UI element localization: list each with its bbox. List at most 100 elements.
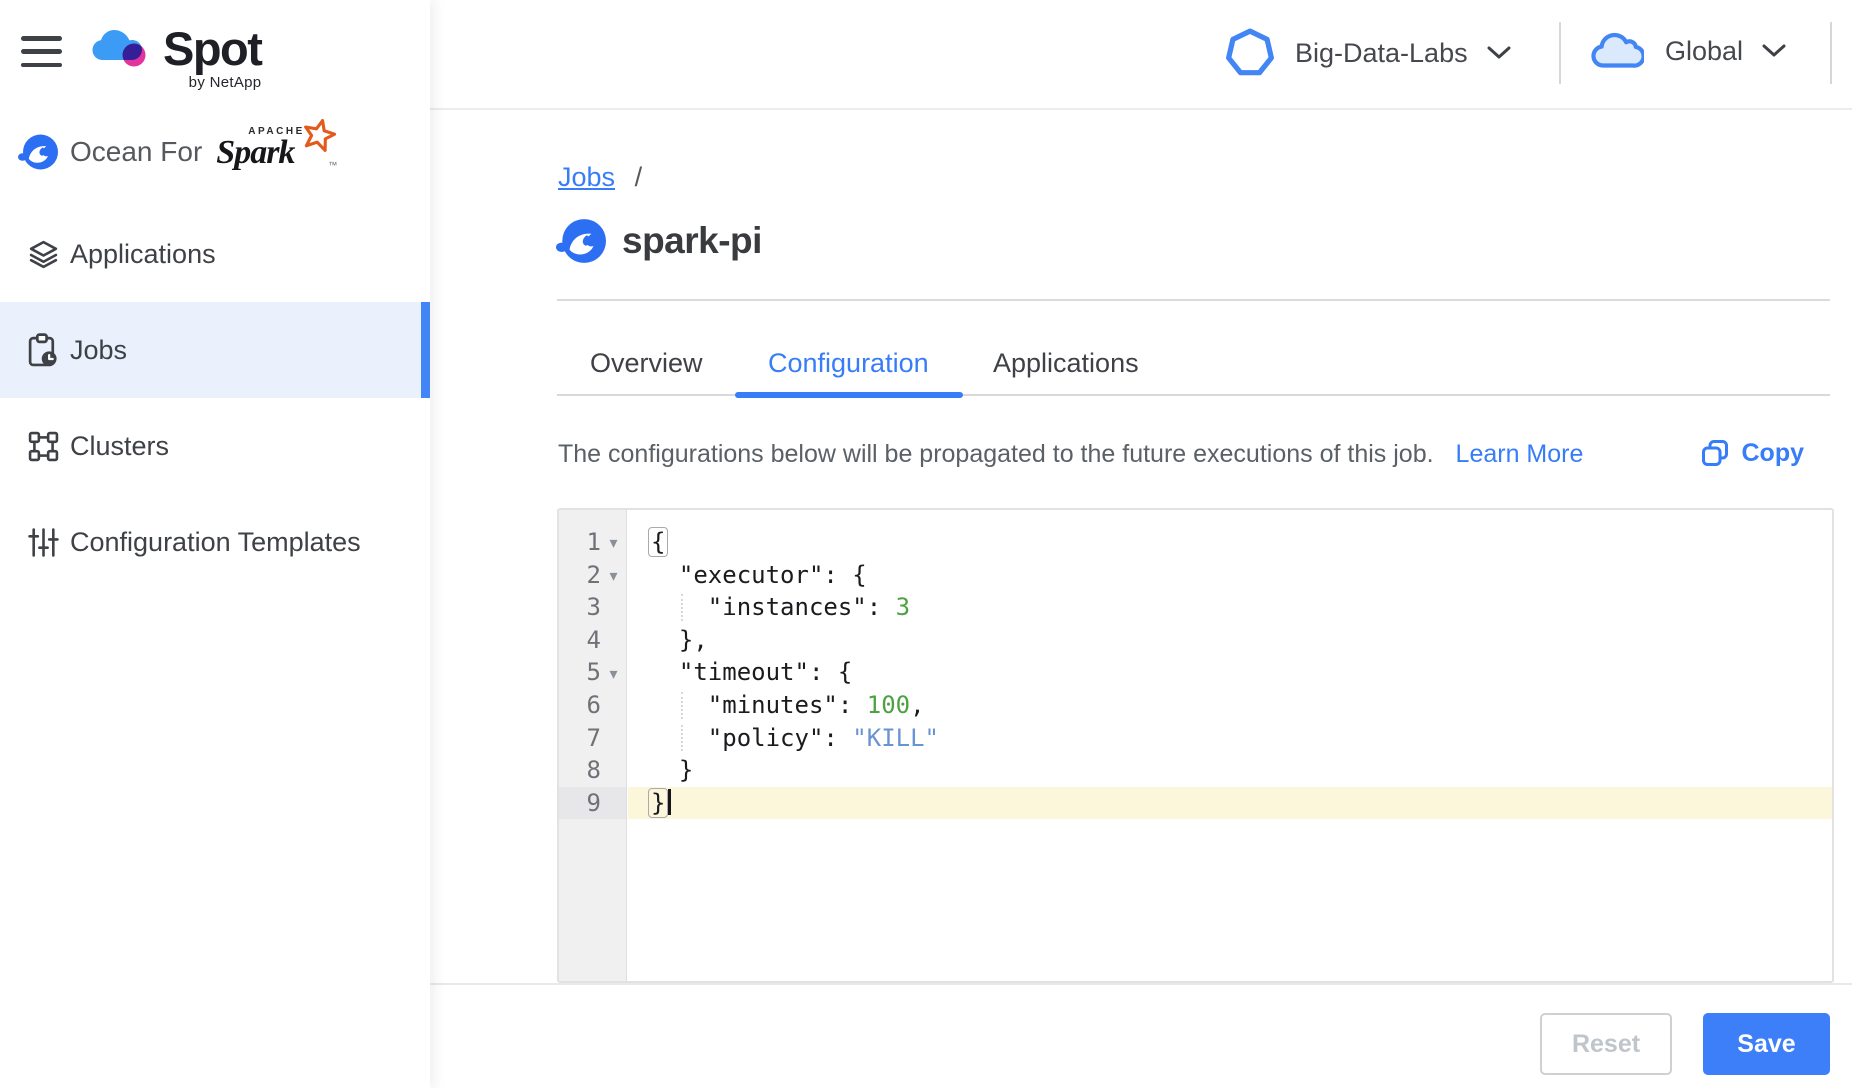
main-content: Jobs / spark-pi Overview Configuration A… [430, 110, 1852, 983]
hamburger-menu-button[interactable] [21, 36, 62, 67]
sidebar-item-configuration-templates[interactable]: Configuration Templates [0, 494, 430, 590]
header-divider [1830, 22, 1832, 84]
code-line: }, [628, 624, 1832, 657]
trademark-symbol: ™ [328, 160, 337, 170]
code-line: { [628, 526, 1832, 559]
fold-toggle-icon[interactable]: ▾ [601, 662, 626, 684]
spot-logo[interactable]: Spot by NetApp [90, 24, 261, 91]
spark-wordmark: Spark [216, 134, 294, 172]
gutter-cell: 7 [559, 722, 626, 755]
gutter-cell: 8 [559, 754, 626, 787]
header-divider [1559, 22, 1561, 84]
spark-job-wave-icon [556, 216, 606, 266]
code-line: "policy": "KILL" [628, 722, 1832, 755]
code-area[interactable]: { "executor": { "instances": 3 }, "timeo… [628, 510, 1832, 981]
sidebar-item-clusters[interactable]: Clusters [0, 398, 430, 494]
clipboard-clock-icon [25, 333, 61, 368]
copy-icon [1700, 438, 1730, 468]
gutter-cell: 3 [559, 591, 626, 624]
ocean-wave-icon [18, 132, 58, 172]
sidebar-item-label: Clusters [70, 431, 169, 462]
hamburger-bar [21, 49, 62, 54]
tab-configuration[interactable]: Configuration [768, 348, 929, 379]
save-button[interactable]: Save [1703, 1013, 1830, 1075]
heptagon-icon [1225, 28, 1275, 78]
fold-spacer [601, 769, 626, 771]
grid-nodes-icon [25, 431, 61, 462]
gutter-cell: 2▾ [559, 559, 626, 592]
fold-spacer [601, 639, 626, 641]
text-cursor [668, 789, 671, 815]
chevron-down-icon [1487, 46, 1511, 60]
code-line: "instances": 3 [628, 591, 1832, 624]
title-divider [557, 299, 1830, 301]
region-name: Global [1665, 36, 1743, 67]
layers-icon [25, 239, 61, 270]
sidebar: Spot by NetApp Ocean For APACHE Spark ™ [0, 0, 430, 1088]
copy-label: Copy [1742, 439, 1805, 468]
gutter-cell: 6 [559, 689, 626, 722]
sliders-icon [25, 527, 61, 558]
line-number: 8 [559, 754, 601, 787]
line-number: 7 [559, 722, 601, 755]
tab-applications[interactable]: Applications [993, 348, 1139, 379]
code-line: } [628, 787, 1832, 820]
fold-spacer [601, 737, 626, 739]
code-line: "minutes": 100, [628, 689, 1832, 722]
hamburger-bar [21, 36, 62, 41]
spot-logo-name: Spot [163, 24, 261, 74]
tab-overview[interactable]: Overview [590, 348, 703, 379]
line-number: 6 [559, 689, 601, 722]
action-footer: Reset Save [430, 983, 1852, 1088]
code-line: "timeout": { [628, 656, 1832, 689]
configuration-description-row: The configurations below will be propaga… [558, 440, 1830, 476]
sidebar-item-label: Configuration Templates [70, 527, 361, 558]
line-number: 2 [559, 559, 601, 592]
spark-star-icon [302, 118, 336, 152]
apache-spark-logo: APACHE Spark ™ [216, 126, 346, 178]
cloud-icon [1590, 28, 1644, 74]
gutter-cell: 1▾ [559, 526, 626, 559]
sidebar-item-jobs[interactable]: Jobs [0, 302, 430, 398]
gutter-cell: 4 [559, 624, 626, 657]
sidebar-item-label: Jobs [70, 335, 127, 366]
line-number: 4 [559, 624, 601, 657]
code-line: "executor": { [628, 559, 1832, 592]
product-prefix: Ocean For [70, 136, 202, 168]
gutter-cell: 5▾ [559, 656, 626, 689]
region-selector[interactable]: Global [1590, 28, 1786, 74]
line-number: 1 [559, 526, 601, 559]
spot-logo-byline: by NetApp [189, 74, 262, 91]
sidebar-item-label: Applications [70, 239, 216, 270]
breadcrumb-jobs-link[interactable]: Jobs [558, 162, 615, 192]
ocean-for-spark-app: Spot by NetApp Ocean For APACHE Spark ™ [0, 0, 1852, 1088]
org-name: Big-Data-Labs [1295, 38, 1468, 69]
configuration-description: The configurations below will be propaga… [558, 440, 1434, 468]
fold-toggle-icon[interactable]: ▾ [601, 564, 626, 586]
breadcrumb: Jobs / [558, 162, 642, 193]
page-title-row: spark-pi [556, 216, 762, 266]
sidebar-item-applications[interactable]: Applications [0, 206, 430, 302]
json-code-editor[interactable]: 1▾2▾345▾6789 { "executor": { "instances"… [557, 508, 1834, 983]
top-header: Big-Data-Labs Global [430, 0, 1852, 110]
line-number: 5 [559, 656, 601, 689]
spot-cloud-icon [90, 24, 154, 74]
fold-spacer [601, 802, 626, 804]
page-title: spark-pi [622, 220, 762, 262]
breadcrumb-separator: / [635, 162, 643, 192]
copy-button[interactable]: Copy [1688, 438, 1805, 468]
org-selector[interactable]: Big-Data-Labs [1225, 28, 1511, 78]
line-number: 9 [559, 787, 601, 820]
ocean-for-spark-product-title: Ocean For APACHE Spark ™ [18, 126, 346, 178]
fold-toggle-icon[interactable]: ▾ [601, 531, 626, 553]
tab-bar: Overview Configuration Applications [557, 346, 1830, 396]
reset-button[interactable]: Reset [1540, 1013, 1672, 1075]
line-number-gutter: 1▾2▾345▾6789 [559, 510, 627, 981]
chevron-down-icon [1762, 44, 1786, 58]
active-tab-underline [735, 392, 963, 398]
line-number: 3 [559, 591, 601, 624]
learn-more-link[interactable]: Learn More [1456, 440, 1584, 468]
fold-spacer [601, 704, 626, 706]
sidebar-nav: Applications Jobs [0, 206, 430, 590]
gutter-cell: 9 [559, 787, 626, 820]
